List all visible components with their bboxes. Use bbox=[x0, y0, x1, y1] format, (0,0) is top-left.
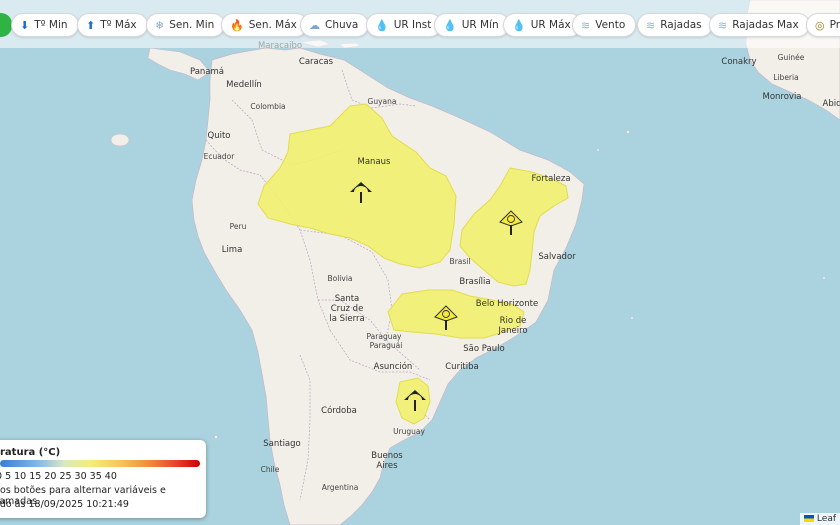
place-label: Paraguay bbox=[366, 332, 402, 341]
snowflake-icon: ❄ bbox=[155, 18, 165, 32]
feels-min-button[interactable]: ❄ Sen. Min bbox=[146, 13, 226, 37]
place-label: Panamá bbox=[190, 67, 224, 77]
rain-cloud-icon: ☁ bbox=[309, 18, 320, 32]
place-label: Guinée bbox=[778, 53, 805, 62]
gusts-max-button[interactable]: ≋ Rajadas Max bbox=[709, 13, 810, 37]
legend-title: ratura (°C) bbox=[0, 447, 61, 458]
place-label: Brasil bbox=[450, 257, 471, 266]
legend-ticks: 0 5 10 15 20 25 30 35 40 bbox=[0, 471, 117, 482]
place-label: Rio de bbox=[500, 316, 527, 326]
place-label: Argentina bbox=[322, 483, 359, 492]
gusts-button[interactable]: ≋ Rajadas bbox=[637, 13, 713, 37]
pacific-islet bbox=[214, 435, 218, 439]
place-label: Córdoba bbox=[321, 405, 357, 416]
place-label: Curitiba bbox=[445, 362, 478, 372]
thermometer-up-icon: ⬆ bbox=[86, 18, 96, 32]
wind-button[interactable]: ≋ Vento bbox=[572, 13, 637, 37]
place-label: Aires bbox=[376, 461, 398, 471]
place-label: Brasília bbox=[459, 277, 490, 287]
droplet-icon: 💧 bbox=[512, 18, 526, 32]
droplet-icon: 💧 bbox=[375, 18, 389, 32]
pressure-gauge-icon: ◎ bbox=[815, 18, 825, 32]
place-label: Medellín bbox=[226, 80, 262, 90]
place-label: la Sierra bbox=[329, 314, 364, 324]
fire-icon: 🔥 bbox=[230, 18, 244, 32]
button-label: Sen. Min bbox=[169, 19, 215, 31]
galapagos-island bbox=[110, 133, 130, 147]
droplet-icon: 💧 bbox=[443, 18, 457, 32]
place-label: Bolivia bbox=[327, 274, 352, 283]
place-label: Janeiro bbox=[497, 326, 527, 336]
place-label: Abid bbox=[823, 99, 840, 109]
atlantic-islet bbox=[596, 148, 600, 152]
attribution-link[interactable]: Leaf bbox=[817, 514, 836, 524]
button-label: Tº Máx bbox=[100, 19, 137, 31]
button-label: UR Mín bbox=[461, 19, 499, 31]
place-label: Santiago bbox=[263, 439, 301, 449]
place-label: Fortaleza bbox=[531, 174, 570, 184]
thermometer-down-icon: ⬇ bbox=[20, 18, 30, 32]
place-label: Liberia bbox=[773, 73, 798, 82]
wind-icon: ≋ bbox=[581, 18, 591, 32]
place-label: Peru bbox=[230, 222, 247, 231]
place-label: Conakry bbox=[721, 57, 756, 67]
button-label: UR Máx bbox=[530, 19, 571, 31]
place-label: Belo Horizonte bbox=[476, 299, 538, 309]
button-label: UR Inst bbox=[393, 19, 432, 31]
pressure-button[interactable]: ◎ Pre bbox=[806, 13, 840, 37]
place-label: Buenos bbox=[371, 451, 403, 461]
legend-updated-text: ado às 18/09/2025 10:21:49 bbox=[0, 499, 129, 510]
place-label: Uruguay bbox=[393, 427, 425, 436]
place-label: Colombia bbox=[250, 102, 285, 111]
legend-color-scale bbox=[0, 460, 200, 467]
place-label: Guyana bbox=[368, 97, 397, 106]
place-label: Monrovia bbox=[762, 92, 801, 102]
place-label: Chile bbox=[261, 465, 280, 474]
rain-button[interactable]: ☁ Chuva bbox=[300, 13, 370, 37]
ukraine-flag-icon bbox=[803, 515, 814, 522]
button-label: Rajadas Max bbox=[732, 19, 799, 31]
button-label: Chuva bbox=[325, 19, 359, 31]
button-label: Sen. Máx bbox=[248, 19, 297, 31]
place-label: Ecuador bbox=[204, 152, 236, 161]
button-label: Vento bbox=[595, 19, 626, 31]
place-label: Cruz de bbox=[331, 304, 364, 314]
temp-max-button[interactable]: ⬆ Tº Máx bbox=[77, 13, 148, 37]
place-label: Caracas bbox=[299, 57, 334, 67]
button-label: Rajadas bbox=[660, 19, 702, 31]
button-label: Pre bbox=[829, 19, 840, 31]
place-label: São Paulo bbox=[463, 344, 504, 354]
temperature-legend: ratura (°C) 0 5 10 15 20 25 30 35 40 nos… bbox=[0, 440, 206, 518]
feels-max-button[interactable]: 🔥 Sen. Máx bbox=[221, 13, 308, 37]
atlantic-islet bbox=[822, 276, 826, 280]
button-label: Tº Min bbox=[34, 19, 68, 31]
atlantic-islet bbox=[626, 130, 630, 134]
place-label: Asunción bbox=[374, 361, 413, 372]
humidity-max-button[interactable]: 💧 UR Máx bbox=[503, 13, 582, 37]
place-label: Salvador bbox=[538, 252, 576, 262]
place-label: Manaus bbox=[358, 157, 392, 167]
place-label: Santa bbox=[335, 294, 360, 304]
humidity-inst-button[interactable]: 💧 UR Inst bbox=[366, 13, 443, 37]
place-label: Quito bbox=[208, 131, 231, 141]
wind-gust-icon: ≋ bbox=[646, 18, 656, 32]
place-label: Paraguái bbox=[370, 341, 403, 350]
temp-min-button[interactable]: ⬇ Tº Min bbox=[11, 13, 79, 37]
place-label: Lima bbox=[222, 245, 243, 255]
variable-toolbar: ⬇ Tº Min ⬆ Tº Máx ❄ Sen. Min 🔥 Sen. Máx … bbox=[0, 0, 840, 48]
atlantic-islet bbox=[630, 316, 634, 320]
humidity-min-button[interactable]: 💧 UR Mín bbox=[434, 13, 510, 37]
wind-gust-icon: ≋ bbox=[718, 18, 728, 32]
map-attribution[interactable]: Leaf bbox=[799, 513, 840, 525]
